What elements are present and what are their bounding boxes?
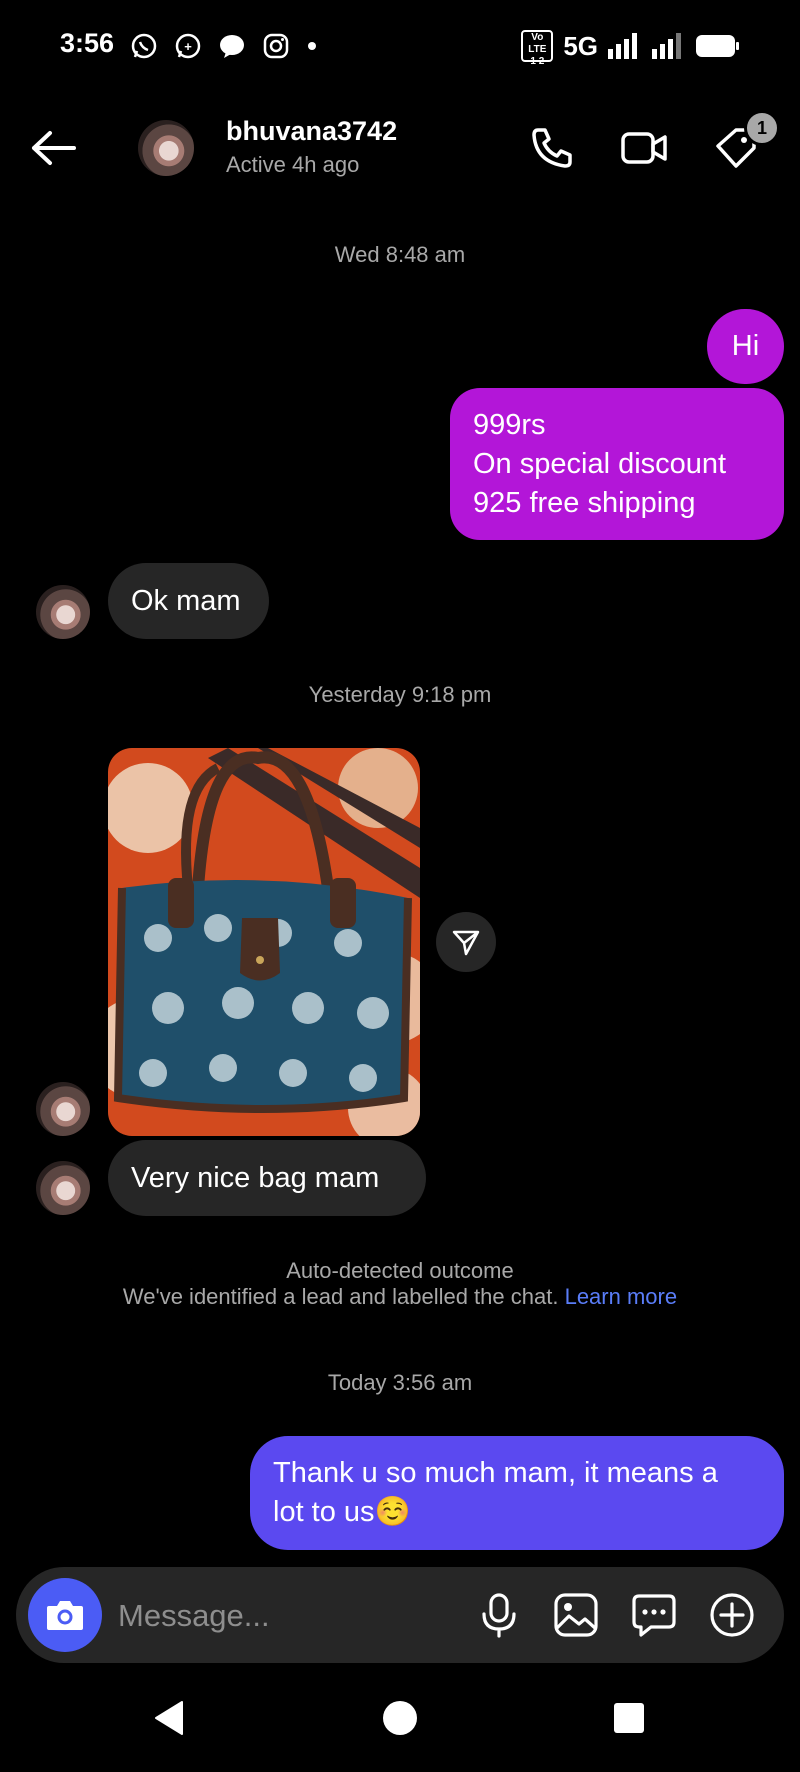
camera-button[interactable] [28,1578,102,1652]
instagram-icon [263,33,289,59]
battery-icon [696,35,739,57]
svg-text:+: + [184,39,192,54]
message-line: Thank u so much mam, it means a [273,1457,718,1489]
gallery-icon[interactable] [553,1592,599,1638]
notice-title: Auto-detected outcome [286,1258,514,1283]
video-icon[interactable] [620,124,668,172]
activity-status: Active 4h ago [226,152,360,177]
incoming-message[interactable]: Ok mam [108,563,269,639]
message-line: 925 free shipping [473,487,696,519]
message-line: On special discount [473,448,727,480]
network-type: 5G [563,30,598,61]
timestamp: Today 3:56 am [327,1370,473,1395]
notification-dot [308,42,316,50]
timestamp: Wed 8:48 am [334,242,466,267]
avatar[interactable] [36,1161,90,1215]
send-icon [452,930,480,956]
sticker-chat-icon[interactable] [631,1592,677,1638]
camera-icon [47,1601,83,1630]
nav-back-icon[interactable] [150,1698,190,1738]
incoming-message[interactable]: Very nice bag mam [108,1140,426,1216]
notice-body: We've identified a lead and labelled the… [0,1284,800,1310]
outgoing-message[interactable]: 999rs On special discount 925 free shipp… [450,388,784,540]
microphone-icon[interactable] [476,1592,522,1638]
message-line: 999rs [473,409,546,441]
status-right: Vo LTE 1 2 5G [521,30,740,67]
share-button[interactable] [436,912,496,972]
learn-more-link[interactable]: Learn more [565,1284,678,1309]
bag-photo[interactable] [108,748,420,1136]
status-time: 3:56 [60,28,115,58]
plus-icon[interactable] [709,1592,755,1638]
volte-icon: Vo LTE 1 2 [521,30,554,67]
phone-icon[interactable] [528,124,576,172]
avatar[interactable] [36,1082,90,1136]
label-badge: 1 [744,110,780,146]
timestamp: Yesterday 9:18 pm [308,682,492,707]
nav-home-icon[interactable] [380,1698,420,1738]
avatar[interactable] [36,585,90,639]
message-line: lot to us☺️ [273,1496,411,1528]
whatsapp-icon [131,33,157,59]
username[interactable]: bhuvana3742 [226,116,397,147]
outgoing-message[interactable]: Hi [707,309,784,384]
signal-icon-2 [652,33,681,59]
notice-text: We've identified a lead and labelled the… [122,1284,559,1309]
back-arrow-icon[interactable] [30,128,78,168]
whatsapp-business-icon: + [175,33,201,59]
outgoing-message[interactable]: Thank u so much mam, it means a lot to u… [250,1436,784,1550]
avatar[interactable] [138,120,194,176]
message-input[interactable] [116,1590,450,1642]
signal-icon [608,33,637,59]
messenger-icon [220,35,244,58]
nav-recents-icon[interactable] [609,1698,649,1738]
